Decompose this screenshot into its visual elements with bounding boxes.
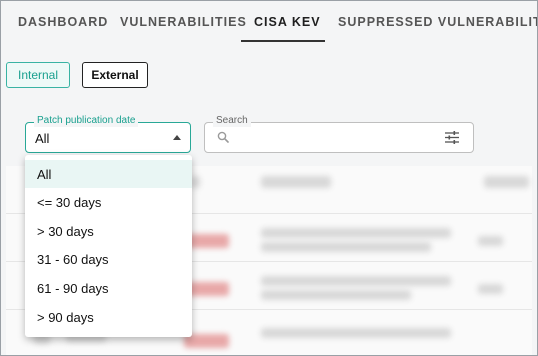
- option-lte-30-days[interactable]: <= 30 days: [25, 188, 192, 216]
- option-gt-30-days[interactable]: > 30 days: [25, 217, 192, 245]
- option-61-90-days[interactable]: 61 - 90 days: [25, 274, 192, 302]
- internal-toggle-button[interactable]: Internal: [6, 62, 70, 88]
- option-31-60-days[interactable]: 31 - 60 days: [25, 245, 192, 273]
- app-frame: DASHBOARD VULNERABILITIES CISA KEV SUPPR…: [0, 0, 538, 356]
- patch-publication-date-label: Patch publication date: [34, 115, 139, 127]
- patch-publication-date-menu: All <= 30 days > 30 days 31 - 60 days 61…: [25, 155, 192, 337]
- patch-publication-date-value: All: [35, 131, 50, 146]
- search-label: Search: [213, 115, 251, 127]
- tab-dashboard[interactable]: DASHBOARD: [18, 15, 108, 29]
- active-tab-indicator: [241, 40, 325, 42]
- tab-vulnerabilities[interactable]: VULNERABILITIES: [120, 15, 247, 29]
- filter-settings-icon[interactable]: [445, 131, 459, 149]
- external-toggle-button[interactable]: External: [82, 62, 148, 88]
- option-gt-90-days[interactable]: > 90 days: [25, 303, 192, 331]
- option-all[interactable]: All: [25, 160, 192, 188]
- tab-bar: DASHBOARD VULNERABILITIES CISA KEV SUPPR…: [1, 1, 537, 43]
- tab-suppressed-vulnerabilities[interactable]: SUPPRESSED VULNERABILITIES: [338, 15, 537, 29]
- tab-cisa-kev[interactable]: CISA KEV: [254, 15, 321, 29]
- search-input[interactable]: [239, 129, 443, 149]
- search-icon: [217, 130, 229, 148]
- caret-up-icon: [173, 135, 181, 140]
